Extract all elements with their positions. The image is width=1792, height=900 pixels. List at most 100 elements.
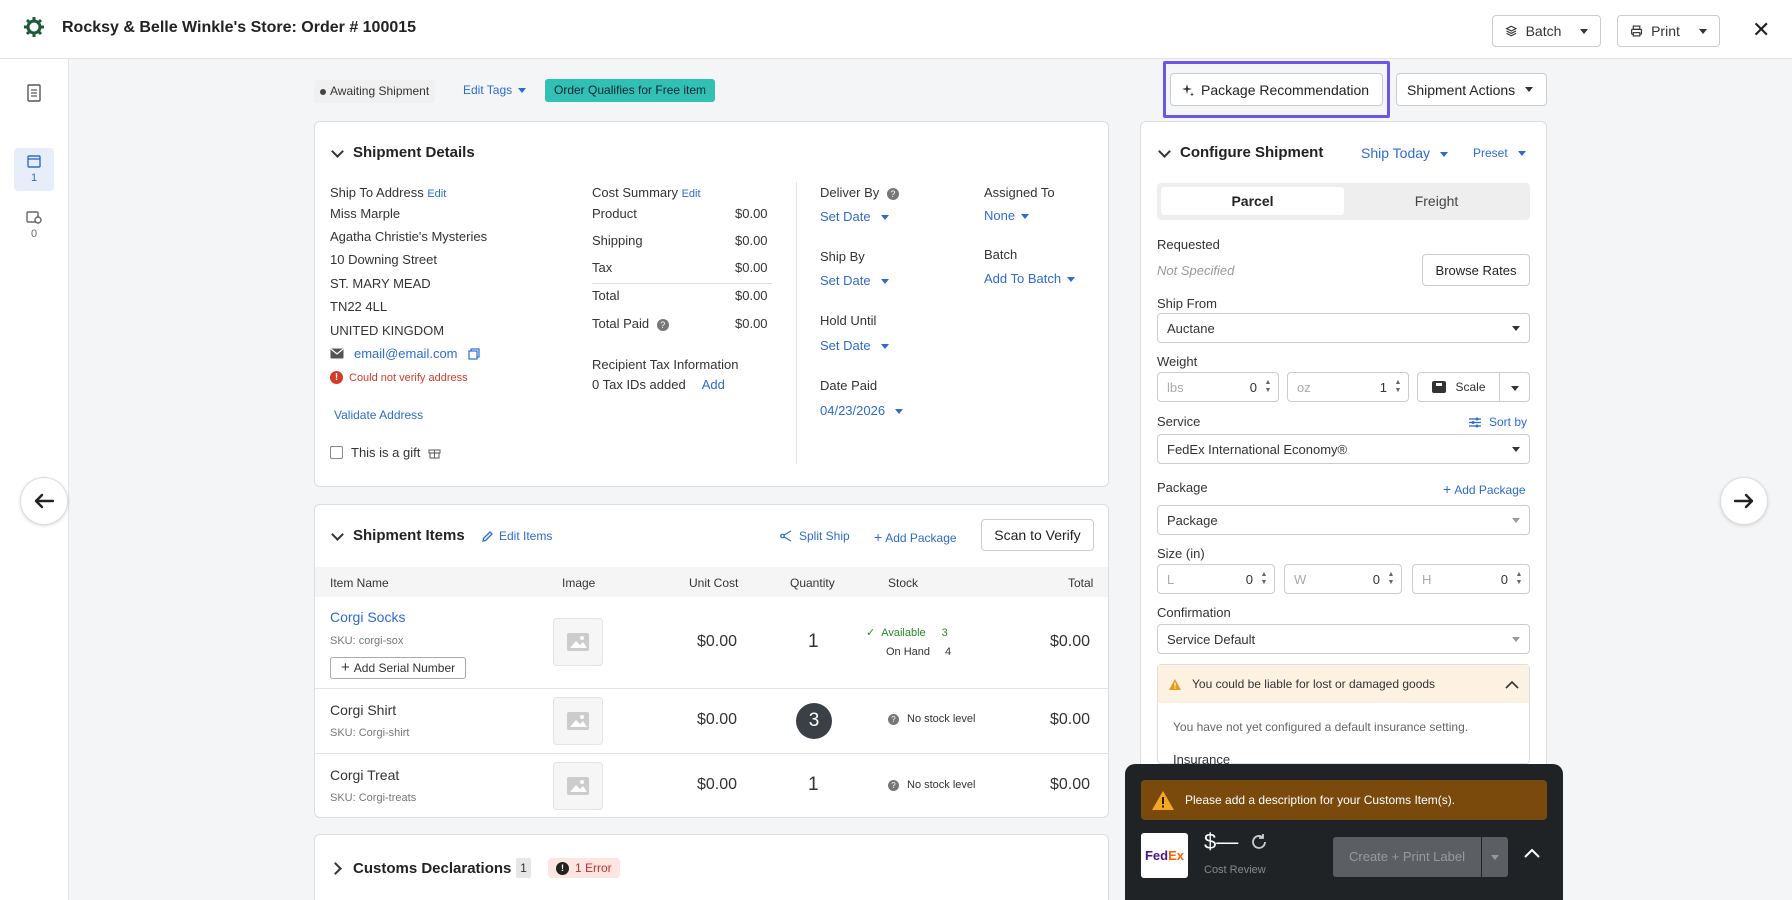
stepper-icon[interactable]: ▲ ▼: [1387, 571, 1395, 587]
service-label: Service: [1157, 414, 1201, 429]
date-paid-dropdown[interactable]: 04/23/2026: [820, 403, 904, 418]
next-order-button[interactable]: [1720, 477, 1768, 525]
rail-count: 0: [30, 228, 38, 240]
close-icon[interactable]: ✕: [1752, 19, 1770, 41]
edit-cost-link[interactable]: Edit: [682, 188, 701, 200]
calendar-icon: [27, 155, 41, 168]
scale-button[interactable]: Scale: [1417, 372, 1530, 402]
shipment-details-card: [314, 121, 1109, 487]
rail-count: 1: [30, 172, 38, 184]
plus-icon: +: [874, 529, 883, 545]
length-input[interactable]: L 0 ▲ ▼: [1157, 564, 1275, 594]
image-placeholder-icon: [553, 618, 603, 666]
stepper-icon[interactable]: ▲ ▼: [1264, 379, 1272, 395]
create-label-options-button[interactable]: [1482, 837, 1508, 877]
error-icon: !: [330, 371, 343, 384]
previous-order-button[interactable]: [20, 477, 68, 525]
assigned-to-dropdown[interactable]: None: [984, 208, 1030, 223]
weight-oz-input[interactable]: oz 1 ▲ ▼: [1287, 372, 1409, 402]
top-bar: Rocksy & Belle Winkle's Store: Order # 1…: [0, 0, 1792, 59]
chevron-up-icon[interactable]: [1505, 680, 1519, 689]
split-ship-link[interactable]: Split Ship: [780, 529, 850, 543]
add-to-batch-dropdown[interactable]: Add To Batch: [984, 271, 1076, 286]
edit-address-link[interactable]: Edit: [427, 188, 446, 200]
package-select[interactable]: Package: [1157, 505, 1530, 535]
info-icon: ?: [888, 713, 899, 725]
cost-label: Total: [592, 288, 620, 303]
tab-freight[interactable]: Freight: [1345, 187, 1528, 215]
column-header: Image: [562, 576, 596, 590]
column-header: Total: [1068, 576, 1094, 590]
scan-to-verify-button[interactable]: Scan to Verify: [981, 519, 1094, 551]
gift-checkbox[interactable]: [330, 446, 343, 459]
add-package-link[interactable]: + Add Package: [874, 529, 957, 545]
rail-returns-tab[interactable]: 0: [14, 209, 54, 252]
email-link[interactable]: email@email.com: [354, 346, 458, 361]
warning-icon: [1152, 790, 1174, 810]
error-badge: ! 1 Error: [548, 858, 620, 878]
service-select[interactable]: FedEx International Economy®: [1157, 434, 1530, 464]
copy-icon[interactable]: [467, 347, 480, 360]
confirmation-select[interactable]: Service Default: [1157, 624, 1530, 654]
edit-tags-dropdown[interactable]: Edit Tags: [463, 83, 527, 97]
browse-rates-button[interactable]: Browse Rates: [1422, 254, 1530, 286]
print-button[interactable]: Print: [1617, 15, 1720, 47]
cost-label: Product: [592, 206, 637, 221]
line-total: $0.00: [1050, 633, 1091, 650]
cost-value: $0.00: [735, 260, 768, 275]
customs-title: Customs Declarations: [353, 860, 512, 877]
package-recommendation-button[interactable]: Package Recommendation: [1170, 73, 1383, 106]
scale-icon: [1432, 381, 1447, 393]
address-line: 10 Downing Street: [330, 252, 437, 267]
package-label: Package: [1157, 480, 1208, 495]
create-print-label-button[interactable]: Create + Print Label: [1333, 837, 1481, 877]
validate-address-link[interactable]: Validate Address: [334, 408, 423, 422]
stepper-icon[interactable]: ▲ ▼: [1394, 379, 1402, 395]
info-icon: ?: [886, 188, 899, 200]
ship-by-dropdown[interactable]: Set Date: [820, 273, 889, 288]
width-input[interactable]: W 0 ▲ ▼: [1284, 564, 1402, 594]
hold-until-dropdown[interactable]: Set Date: [820, 338, 889, 353]
add-package-link[interactable]: + Add Package: [1443, 481, 1526, 497]
pencil-icon: [482, 530, 493, 542]
ship-to-label: Ship To Address Edit: [330, 185, 447, 200]
add-tax-id-link[interactable]: Add: [702, 377, 725, 392]
unit-cost: $0.00: [697, 633, 738, 650]
stepper-icon[interactable]: ▲ ▼: [1260, 571, 1268, 587]
liability-warning[interactable]: You could be liable for lost or damaged …: [1158, 665, 1529, 703]
customs-warning-banner: Please add a description for your Custom…: [1141, 780, 1547, 820]
refresh-icon[interactable]: [1250, 833, 1268, 851]
arrow-left-icon: [34, 493, 55, 509]
ship-from-select[interactable]: Auctane: [1157, 313, 1530, 343]
rail-shipment-tab[interactable]: 1: [14, 148, 54, 191]
edit-items-link[interactable]: Edit Items: [481, 529, 552, 543]
preset-dropdown[interactable]: Preset: [1473, 146, 1526, 160]
height-input[interactable]: H 0 ▲ ▼: [1412, 564, 1530, 594]
configure-shipment-title: Configure Shipment: [1180, 144, 1324, 161]
rate-price: $—: [1204, 829, 1268, 855]
info-icon: ?: [656, 319, 669, 331]
hold-until-label: Hold Until: [820, 313, 877, 328]
shipment-actions-button[interactable]: Shipment Actions: [1396, 73, 1547, 106]
cost-value: $0.00: [735, 206, 768, 221]
date-paid-label: Date Paid: [820, 378, 878, 393]
sort-by-button[interactable]: Sort by: [1469, 415, 1527, 429]
stepper-icon[interactable]: ▲ ▼: [1515, 571, 1523, 587]
divider: [592, 283, 772, 284]
line-total: $0.00: [1050, 711, 1091, 728]
chevron-up-icon[interactable]: [1524, 848, 1540, 858]
weight-lbs-input[interactable]: lbs 0 ▲ ▼: [1157, 372, 1279, 402]
check-icon: ✓: [866, 627, 876, 639]
cost-summary-label: Cost Summary Edit: [592, 185, 701, 200]
document-icon[interactable]: [14, 84, 54, 108]
batch-button[interactable]: Batch: [1492, 15, 1601, 47]
item-name-link[interactable]: Corgi Socks: [330, 609, 405, 625]
ship-today-dropdown[interactable]: Ship Today: [1361, 145, 1449, 161]
batch-label: Batch: [984, 247, 1018, 262]
gift-icon: [428, 449, 441, 459]
deliver-by-dropdown[interactable]: Set Date: [820, 209, 889, 224]
tab-parcel[interactable]: Parcel: [1161, 187, 1344, 215]
add-serial-number-button[interactable]: + Add Serial Number: [330, 657, 467, 679]
gear-logo-icon: [24, 17, 44, 37]
sparkle-icon: [1182, 83, 1194, 96]
